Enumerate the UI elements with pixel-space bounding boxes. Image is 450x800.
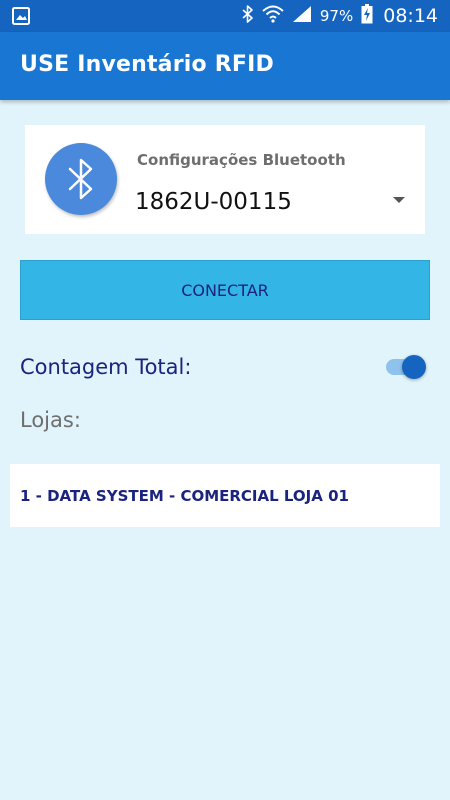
stores-label: Lojas: bbox=[20, 408, 81, 432]
status-icons: 97% 08:14 bbox=[242, 0, 438, 32]
bluetooth-icon bbox=[242, 5, 254, 27]
chevron-down-icon[interactable] bbox=[393, 197, 405, 203]
total-count-label: Contagem Total: bbox=[20, 355, 192, 379]
image-icon bbox=[12, 7, 30, 25]
selected-device: 1862U-00115 bbox=[135, 189, 292, 215]
app-title: USE Inventário RFID bbox=[20, 52, 274, 77]
battery-percent: 97% bbox=[319, 7, 354, 25]
connect-button[interactable]: CONECTAR bbox=[20, 260, 430, 320]
bluetooth-settings-card: Configurações Bluetooth 1862U-00115 bbox=[25, 125, 425, 234]
list-item[interactable]: 1 - DATA SYSTEM - COMERCIAL LOJA 01 bbox=[10, 464, 440, 527]
toggle-thumb bbox=[402, 355, 426, 379]
store-list: 1 - DATA SYSTEM - COMERCIAL LOJA 01 bbox=[10, 464, 440, 527]
wifi-icon bbox=[262, 5, 284, 27]
battery-charging-icon bbox=[361, 4, 373, 28]
signal-icon bbox=[292, 5, 312, 27]
bluetooth-settings-label: Configurações Bluetooth bbox=[137, 151, 346, 169]
store-item-label: 1 - DATA SYSTEM - COMERCIAL LOJA 01 bbox=[20, 486, 349, 505]
status-bar: 97% 08:14 bbox=[0, 0, 450, 32]
clock: 08:14 bbox=[383, 5, 438, 27]
bluetooth-device-dropdown[interactable]: 1862U-00115 bbox=[135, 187, 405, 219]
bluetooth-icon bbox=[45, 143, 117, 215]
total-count-toggle[interactable] bbox=[386, 355, 428, 379]
app-bar: USE Inventário RFID bbox=[0, 32, 450, 100]
